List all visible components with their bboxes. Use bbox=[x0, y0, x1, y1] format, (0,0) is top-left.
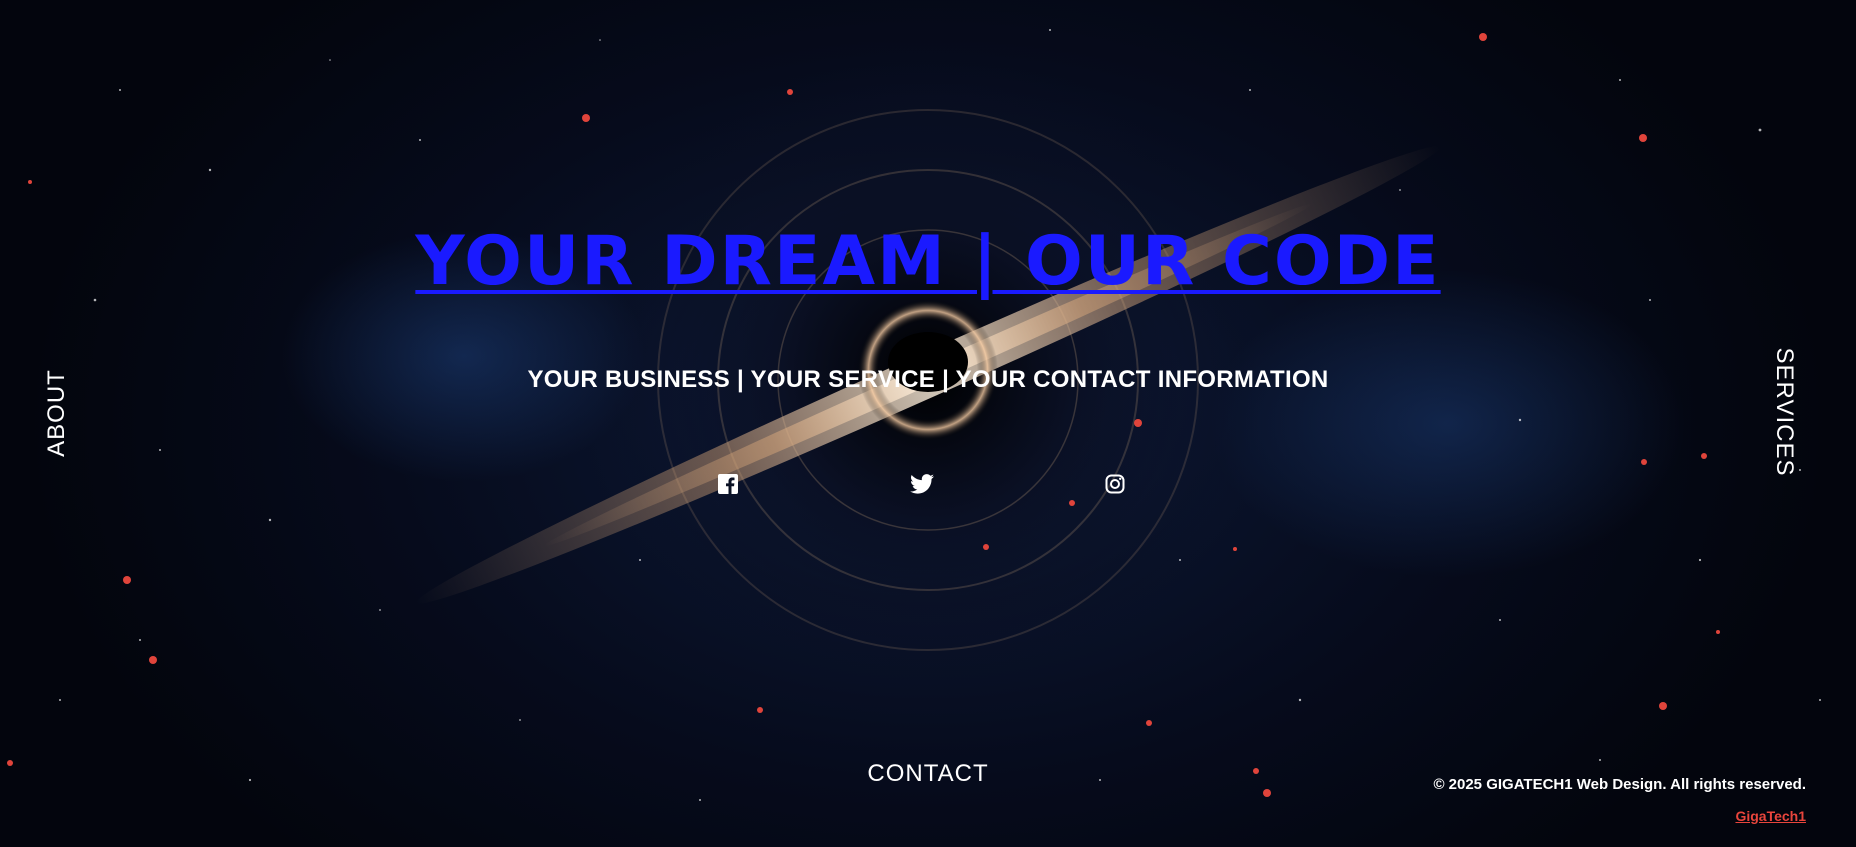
facebook-icon bbox=[718, 474, 738, 494]
twitter-icon bbox=[910, 474, 934, 494]
hero-headline: YOUR DREAM | OUR CODE bbox=[0, 222, 1856, 301]
instagram-icon bbox=[1105, 474, 1125, 494]
black-hole-background bbox=[7, 29, 1821, 801]
nav-contact[interactable]: CONTACT bbox=[867, 760, 988, 787]
nav-services[interactable]: SERVICES bbox=[1770, 348, 1798, 477]
credit-link[interactable]: GigaTech1 bbox=[1735, 808, 1806, 824]
headline-link[interactable]: YOUR DREAM | OUR CODE bbox=[415, 222, 1440, 301]
nav-about[interactable]: ABOUT bbox=[43, 369, 71, 457]
facebook-link[interactable] bbox=[716, 472, 740, 496]
instagram-link[interactable] bbox=[1103, 472, 1127, 496]
twitter-link[interactable] bbox=[910, 472, 934, 496]
copyright-text: © 2025 GIGATECH1 Web Design. All rights … bbox=[1433, 776, 1806, 793]
hero-tagline: YOUR BUSINESS | YOUR SERVICE | YOUR CONT… bbox=[527, 366, 1329, 393]
hero-section: YOUR DREAM | OUR CODE YOUR BUSINESS | YO… bbox=[0, 0, 1856, 847]
